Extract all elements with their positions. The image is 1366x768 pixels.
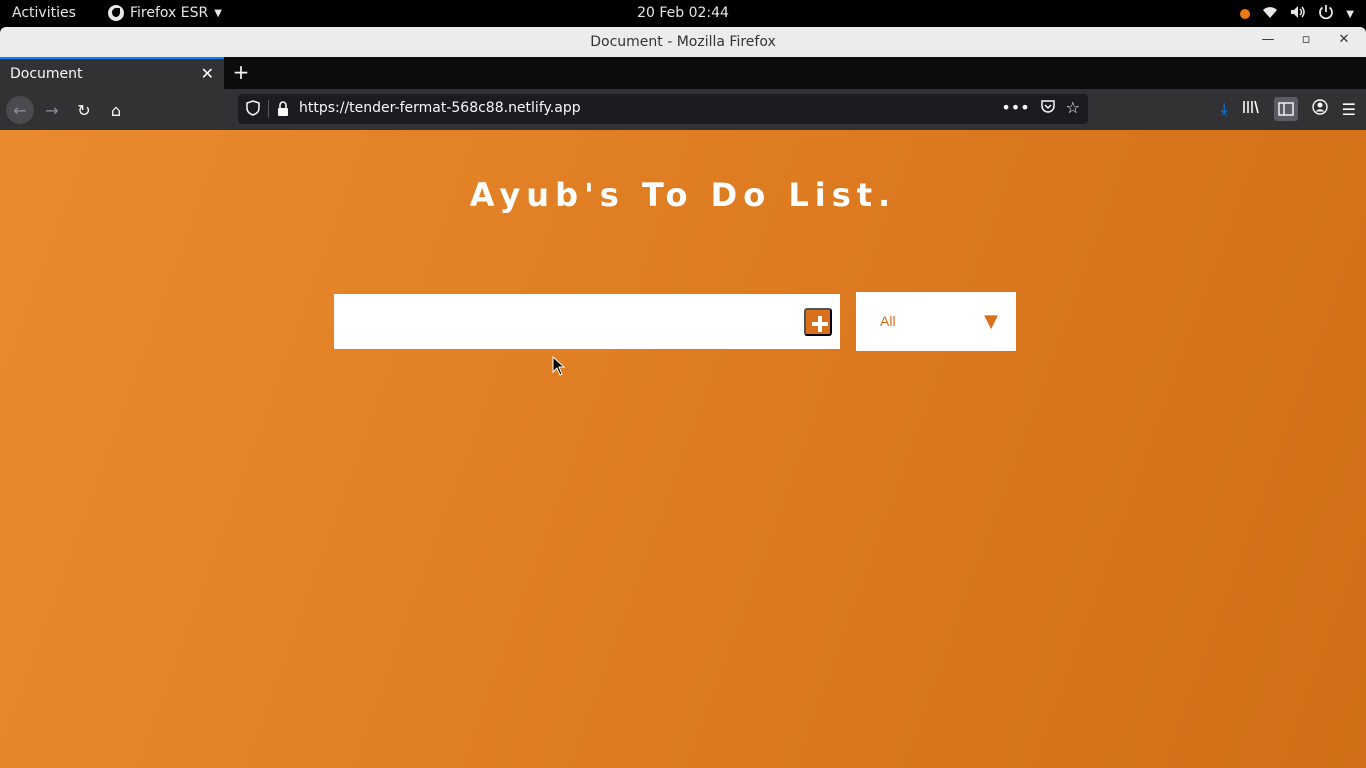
page-title: Ayub's To Do List.	[469, 176, 897, 214]
hamburger-menu-icon[interactable]: ☰	[1342, 100, 1356, 119]
filter-select[interactable]: All ▼	[856, 292, 1016, 351]
reload-button[interactable]: ↻	[70, 96, 98, 124]
app-menu-label: Firefox ESR	[130, 5, 209, 21]
home-button[interactable]: ⌂	[102, 96, 130, 124]
pocket-icon[interactable]	[1040, 98, 1056, 118]
firefox-icon	[108, 5, 124, 21]
app-menu[interactable]: Firefox ESR ▼	[108, 5, 222, 21]
close-window-button[interactable]: ✕	[1334, 32, 1354, 47]
system-tray[interactable]: ▼	[1240, 4, 1354, 24]
page-actions-icon[interactable]: •••	[1001, 98, 1029, 118]
notification-dot-icon	[1240, 9, 1251, 19]
url-bar[interactable]: https://tender-fermat-568c88.netlify.app…	[238, 94, 1088, 124]
tab-title: Document	[10, 66, 83, 82]
close-tab-icon[interactable]: ✕	[201, 64, 214, 83]
todo-form	[334, 294, 840, 349]
url-separator	[268, 100, 269, 118]
add-todo-button[interactable]	[804, 308, 832, 336]
caret-down-icon: ▼	[214, 7, 222, 19]
forward-button[interactable]: →	[38, 96, 66, 124]
power-icon	[1318, 4, 1334, 24]
activities-button[interactable]: Activities	[12, 5, 76, 21]
minimize-button[interactable]: —	[1258, 32, 1278, 47]
lock-icon[interactable]	[276, 101, 290, 117]
url-text[interactable]: https://tender-fermat-568c88.netlify.app	[299, 100, 581, 116]
new-tab-button[interactable]: +	[230, 60, 252, 84]
filter-selected-value: All	[880, 313, 896, 329]
volume-icon	[1290, 5, 1306, 23]
dropdown-arrow-icon[interactable]: ▼	[966, 292, 1016, 351]
window-title-bar: Document - Mozilla Firefox — ▫ ✕	[0, 27, 1366, 57]
download-icon[interactable]: ⤓	[1221, 99, 1228, 119]
back-button[interactable]: ←	[6, 96, 34, 124]
page-content: Ayub's To Do List. All ▼	[0, 130, 1366, 768]
tracking-shield-icon[interactable]	[246, 100, 260, 116]
navigation-bar: ← → ↻ ⌂ https://tender-fermat-568c88.net…	[0, 89, 1366, 130]
window-title: Document - Mozilla Firefox	[590, 34, 776, 50]
mouse-cursor-icon	[552, 356, 566, 376]
caret-down-icon: ▼	[1346, 8, 1354, 20]
account-icon[interactable]	[1311, 99, 1328, 119]
bookmark-star-icon[interactable]: ☆	[1066, 98, 1080, 118]
tab-strip: Document ✕ +	[0, 57, 1366, 89]
system-top-bar: Activities Firefox ESR ▼ 20 Feb 02:44 ▼	[0, 0, 1366, 27]
todo-input[interactable]	[334, 294, 794, 349]
library-icon[interactable]	[1242, 99, 1260, 119]
maximize-button[interactable]: ▫	[1296, 32, 1316, 47]
sidebar-toggle-icon[interactable]	[1273, 97, 1298, 121]
wifi-icon	[1262, 5, 1278, 23]
tab-document[interactable]: Document ✕	[0, 57, 224, 89]
